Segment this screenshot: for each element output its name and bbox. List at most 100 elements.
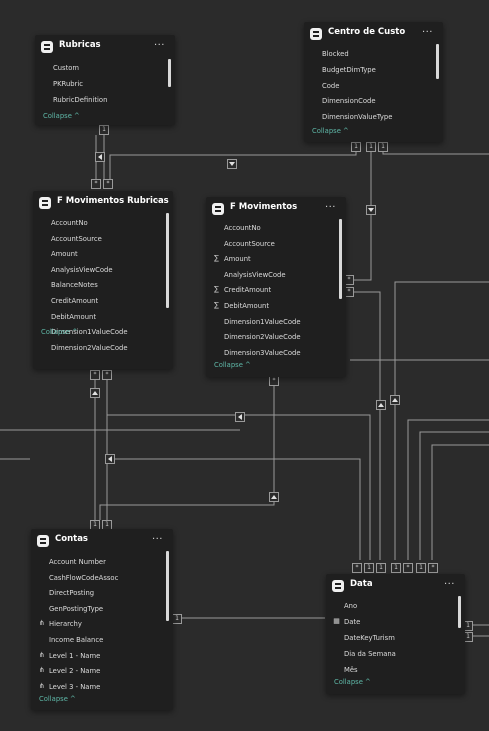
table-card-rubricas[interactable]: Rubricas ... Custom PKRubric RubricDefinit… [35, 35, 175, 125]
field-row[interactable]: BalanceNotes [33, 280, 165, 296]
field-row[interactable]: Dimension2ValueCode [33, 343, 165, 359]
sigma-icon: ∑ [214, 301, 219, 309]
table-card-contas[interactable]: Contas ... Account Number CashFlowCodeAss… [31, 529, 173, 710]
field-row[interactable]: DirectPosting [31, 588, 165, 604]
field-row[interactable]: RubricDefinition [35, 95, 167, 111]
field-row[interactable]: AnalysisViewCode [206, 270, 338, 286]
table-card-header[interactable]: Data ... [326, 574, 465, 598]
field-row[interactable]: CashFlowCodeAssoc [31, 573, 165, 589]
field-row[interactable]: AccountSource [33, 234, 165, 250]
cardinality-many-badge: * [428, 563, 438, 573]
cardinality-one-badge: 1 [366, 142, 376, 152]
field-row[interactable]: Income Balance [31, 635, 165, 651]
table-title: Data [350, 579, 373, 589]
table-icon [332, 580, 344, 592]
field-row[interactable]: BudgetDimType [304, 65, 435, 81]
field-label: DateKeyTurism [344, 634, 395, 642]
field-row[interactable]: ∑ Amount [206, 254, 338, 270]
collapse-link[interactable]: Collapse ^ [39, 695, 76, 703]
field-row[interactable]: ∑ CreditAmount [206, 285, 338, 301]
table-card-header[interactable]: F Movimentos Rubricas ... [33, 191, 173, 215]
field-label: DimensionCode [322, 97, 376, 106]
cardinality-many-badge: * [352, 563, 362, 573]
field-row[interactable]: AccountSource [206, 239, 338, 255]
field-label: DirectPosting [49, 589, 95, 598]
field-row[interactable]: ⋔ Level 2 - Name [31, 666, 165, 682]
field-row[interactable]: DimensionValueType [304, 112, 435, 128]
field-row[interactable]: Dimension1ValueCode [206, 317, 338, 333]
field-label: Mês [344, 666, 358, 674]
field-label: AccountSource [51, 234, 102, 243]
field-label: Level 3 - Name [49, 682, 101, 691]
table-icon [39, 197, 51, 209]
scrollbar[interactable] [168, 59, 171, 87]
table-card-data[interactable]: Data ... Ano ▦ Date DateKeyTurism Dia da Sem… [326, 574, 465, 694]
field-label: Dimension2ValueCode [51, 343, 128, 352]
field-row[interactable]: Ano [326, 601, 457, 617]
field-label: Dimension1ValueCode [224, 317, 301, 326]
field-row[interactable]: ▦ Date [326, 617, 457, 633]
field-label: Dimension2ValueCode [224, 333, 301, 342]
scrollbar[interactable] [458, 596, 461, 628]
field-row[interactable]: DateKeyTurism [326, 633, 457, 649]
more-options-button[interactable]: ... [444, 576, 455, 587]
field-row[interactable]: Dimension2ValueCode [206, 332, 338, 348]
scrollbar[interactable] [436, 44, 439, 79]
field-label: CashFlowCodeAssoc [49, 573, 119, 582]
cardinality-many-badge: * [103, 179, 113, 189]
cardinality-many-badge: * [102, 370, 112, 380]
field-row[interactable]: GenPostingType [31, 604, 165, 620]
field-label: Hierarchy [49, 620, 82, 629]
field-row[interactable]: AccountNo [33, 218, 165, 234]
more-options-button[interactable]: ... [154, 37, 165, 48]
field-row[interactable]: Blocked [304, 49, 435, 65]
collapse-link[interactable]: Collapse ^ [334, 678, 371, 686]
field-row[interactable]: AnalysisViewCode [33, 265, 165, 281]
scrollbar[interactable] [339, 219, 342, 299]
cardinality-one-badge: 1 [376, 563, 386, 573]
table-icon [41, 41, 53, 53]
field-label: Account Number [49, 558, 106, 566]
field-label: Code [322, 81, 340, 90]
cardinality-one-badge: 1 [378, 142, 388, 152]
table-card-header[interactable]: Contas ... [31, 529, 173, 553]
field-label: Date [344, 618, 361, 626]
table-card-f-movimentos[interactable]: F Movimentos ... AccountNo AccountSource ∑… [206, 197, 346, 377]
field-row[interactable]: Amount [33, 249, 165, 265]
hierarchy-icon: ⋔ [38, 666, 45, 675]
field-row[interactable]: DebitAmount [33, 312, 165, 328]
field-row[interactable]: Custom [35, 63, 167, 79]
field-row[interactable]: ∑ DebitAmount [206, 301, 338, 317]
table-card-centro-de-custo[interactable]: Centro de Custo ... Blocked BudgetDimType… [304, 22, 443, 142]
field-label: PKRubric [53, 80, 84, 88]
field-row[interactable]: Code [304, 81, 435, 97]
table-card-header[interactable]: F Movimentos ... [206, 197, 346, 221]
filter-direction-up-icon [376, 400, 386, 410]
table-card-header[interactable]: Rubricas ... [35, 35, 175, 59]
scrollbar[interactable] [166, 213, 169, 308]
filter-direction-left-icon [95, 152, 105, 162]
scrollbar[interactable] [166, 551, 169, 621]
collapse-link[interactable]: Collapse ^ [43, 112, 80, 120]
cardinality-many-badge: * [269, 376, 279, 386]
field-row[interactable]: Account Number [31, 557, 165, 573]
more-options-button[interactable]: ... [422, 24, 433, 35]
table-card-header[interactable]: Centro de Custo ... [304, 22, 443, 46]
field-row[interactable]: CreditAmount [33, 296, 165, 312]
table-card-f-movimentos-rubricas[interactable]: F Movimentos Rubricas ... AccountNo Accou… [33, 191, 173, 369]
field-row[interactable]: AccountNo [206, 223, 338, 239]
field-label: Level 2 - Name [49, 667, 101, 676]
collapse-link[interactable]: Collapse ^ [41, 328, 78, 336]
field-row[interactable]: Dia da Semana [326, 649, 457, 665]
field-row[interactable]: PKRubric [35, 79, 167, 95]
filter-direction-down-icon [227, 159, 237, 169]
field-row[interactable]: ⋔ Hierarchy [31, 619, 165, 635]
more-options-button[interactable]: ... [152, 193, 163, 204]
field-row[interactable]: DimensionCode [304, 96, 435, 112]
collapse-link[interactable]: Collapse ^ [312, 127, 349, 135]
more-options-button[interactable]: ... [325, 199, 336, 210]
filter-direction-down-icon [366, 205, 376, 215]
collapse-link[interactable]: Collapse ^ [214, 361, 251, 369]
more-options-button[interactable]: ... [152, 531, 163, 542]
field-row[interactable]: ⋔ Level 1 - Name [31, 651, 165, 667]
